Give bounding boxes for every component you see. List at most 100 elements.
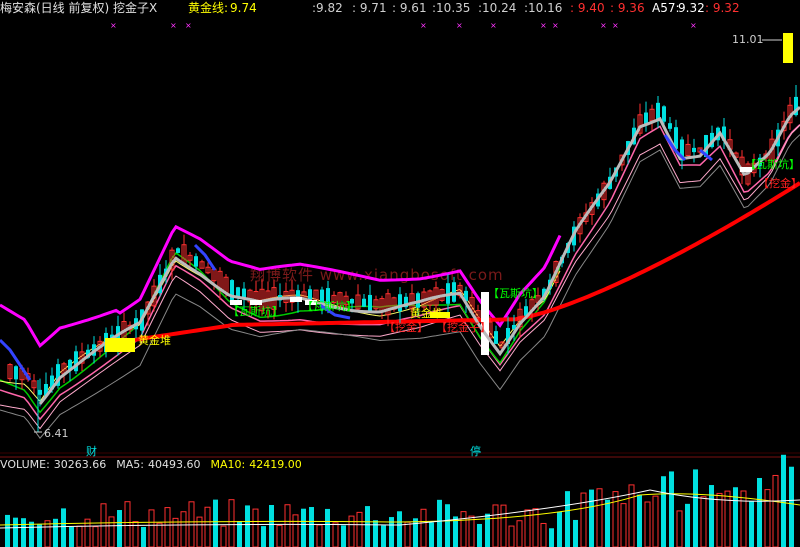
volume-bar-down [437, 499, 442, 547]
volume-bar-up [180, 511, 187, 547]
signal-x-mark: × [600, 21, 607, 30]
volume-bar-down [301, 508, 306, 547]
volume-bar-up [276, 524, 283, 547]
candle-body-down [452, 282, 456, 302]
volume-bar-up [420, 508, 427, 547]
volume-bar-down [749, 501, 754, 547]
volume-bar-down [61, 508, 66, 547]
signal-marks: × × × × × × × × × × × [110, 21, 697, 30]
volume-bar-down [37, 524, 42, 547]
volume-bar-down [757, 477, 762, 547]
volume-bar-down [13, 517, 18, 547]
volume-bar-down [661, 476, 666, 547]
volume-bar-down [637, 494, 642, 547]
candle-body-down [668, 123, 672, 129]
volume-bar-down [117, 510, 122, 547]
volume-header: VOLUME: 30263.66 MA5: 40493.60 MA10: 42419.00 [0, 458, 312, 472]
signal-x-mark: × [110, 21, 117, 30]
signal-x-mark: × [170, 21, 177, 30]
volume-bar-down [557, 511, 562, 547]
volume-bar-up [284, 504, 291, 547]
tag-gas-pit-1: 【瓦斯坑】 [228, 305, 283, 318]
volume-bar-up [204, 506, 211, 547]
volume-bar-up [404, 521, 411, 547]
volume-bar-down [261, 526, 266, 547]
volume-value: 30263.66 [53, 458, 107, 471]
volume-bar-down [53, 518, 58, 547]
volume-bar-up [228, 499, 235, 547]
volume-bar-up [740, 490, 747, 547]
volume-bar-up [172, 517, 179, 547]
finance-marker: 财 [86, 445, 97, 458]
volume-bar-down [605, 499, 610, 547]
gold-pile-block-1 [105, 338, 135, 352]
volume-bar-down [549, 528, 554, 547]
volume-bar-up [108, 516, 115, 547]
volume-bar-down [693, 469, 698, 547]
candle-body-down [362, 298, 366, 307]
volume-bar-up [652, 495, 659, 547]
ma5-value: 40493.60 [148, 458, 201, 471]
ma-lightpink-line [0, 124, 800, 430]
volume-bar-up [644, 501, 651, 547]
candle-body-down [398, 294, 402, 312]
volume-bar-down [29, 521, 34, 547]
volume-bar-up [620, 503, 627, 547]
volume-bar-down [429, 522, 434, 547]
volume-bar-up [148, 509, 155, 547]
signal-x-mark: × [540, 21, 547, 30]
volume-bar-down [413, 518, 418, 547]
volume-bar-down [445, 504, 450, 547]
suspend-marker: 停 [470, 445, 481, 458]
volume-bar-up [76, 525, 83, 547]
volume-bar-up [492, 504, 499, 547]
volume-label: VOLUME: [0, 458, 50, 471]
tag-gold-pile-2: 黄金堆 [410, 307, 443, 320]
volume-bar-down [669, 471, 674, 547]
volume-bar-down [69, 526, 74, 547]
signal-x-mark: × [185, 21, 192, 30]
volume-bar-up [332, 522, 339, 547]
signal-x-mark: × [612, 21, 619, 30]
signal-x-mark: × [420, 21, 427, 30]
volume-bar-up [716, 492, 723, 547]
volume-bar-up [124, 501, 131, 547]
volume-bar-up [580, 492, 587, 547]
candle-body-down [14, 366, 18, 380]
ma5-label: MA5: [116, 458, 145, 471]
volume-bar-down [373, 520, 378, 547]
ma-gray-line [0, 134, 800, 440]
tag-dig-gold-2: 【挖金子】 [436, 321, 491, 334]
volume-bar-down [325, 508, 330, 547]
low-price-label: 6.41 [44, 427, 69, 440]
tag-dig-gold-3: 【挖金】 [758, 177, 800, 190]
volume-bar-up [596, 488, 603, 547]
candle-body-down [662, 106, 666, 122]
signal-x-mark: × [456, 21, 463, 30]
signal-x-mark: × [552, 21, 559, 30]
volume-bar-down [709, 485, 714, 547]
volume-bar-up [220, 525, 227, 547]
volume-bar-up [772, 474, 779, 547]
volume-bar-down [5, 514, 10, 547]
volume-bar-down [381, 525, 386, 547]
signal-x-mark: × [490, 21, 497, 30]
volume-bar-up [516, 520, 523, 547]
candle-body-down [368, 294, 372, 313]
volume-bar-up [500, 504, 507, 547]
volume-bar-down [21, 518, 26, 547]
volume-bar-down [341, 525, 346, 547]
ma-pink-line [0, 124, 800, 421]
ma10-label: MA10: [210, 458, 246, 471]
high-marker-block [783, 33, 793, 63]
volume-bar-up [468, 515, 475, 547]
ma10-value: 42419.00 [249, 458, 302, 471]
volume-bar-up [460, 511, 467, 547]
volume-bar-up [164, 507, 171, 547]
volume-bar-down [789, 466, 794, 547]
volume-bar-up [316, 524, 323, 547]
volume-bar-up [92, 526, 99, 547]
volume-bar-up [612, 491, 619, 547]
volume-bar-up [764, 489, 771, 547]
volume-bar-down [309, 507, 314, 547]
